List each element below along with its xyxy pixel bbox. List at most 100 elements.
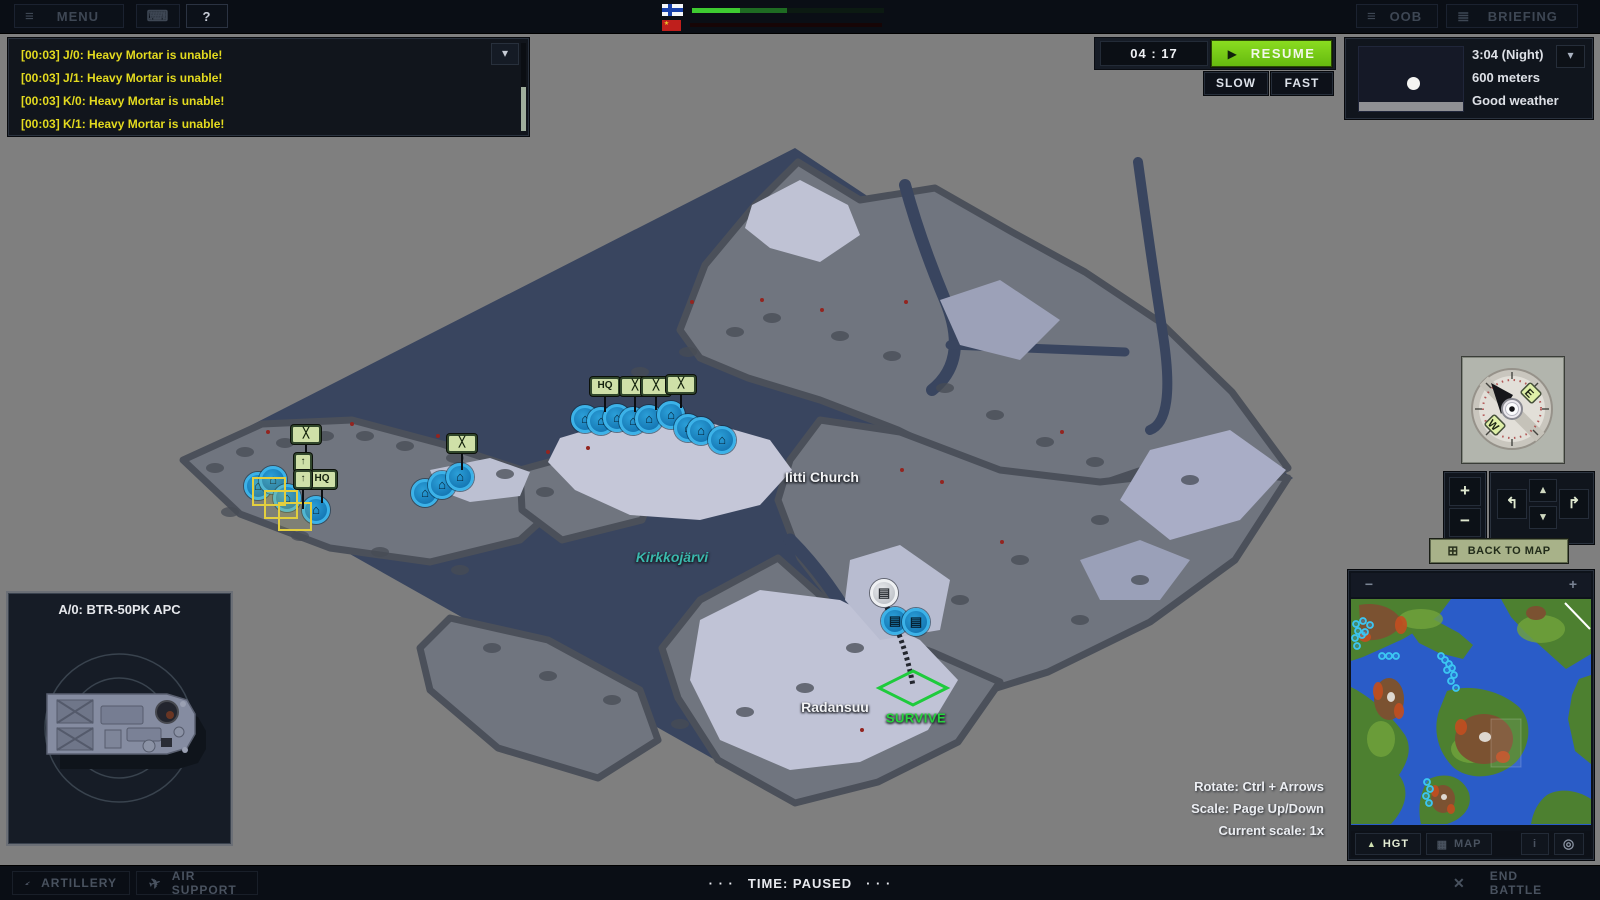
compass-rose[interactable]: E W: [1463, 358, 1561, 460]
log-message: [00:03] K/0: Heavy Mortar is unable!: [21, 90, 494, 113]
menu-label: MENU: [57, 9, 99, 24]
resume-label: RESUME: [1251, 46, 1316, 61]
unit-tag[interactable]: ╳: [291, 425, 321, 444]
burger-icon: ≡: [25, 9, 35, 24]
slow-button[interactable]: SLOW: [1204, 72, 1268, 95]
help-button[interactable]: ?: [186, 4, 228, 28]
minimap-hgt-button[interactable]: ▲ HGT: [1355, 833, 1421, 855]
artillery-label: ARTILLERY: [41, 876, 117, 890]
fast-button[interactable]: FAST: [1271, 72, 1333, 95]
finland-flag: [662, 4, 683, 16]
briefing-list-icon: ≣: [1457, 9, 1471, 24]
log-scrollbar[interactable]: [521, 43, 526, 131]
moon-icon: [1407, 77, 1420, 90]
grid-icon: ▦: [1437, 838, 1448, 851]
unit-top-view: [9, 620, 230, 838]
weather-panel: 3:04 (Night) 600 meters Good weather ▾: [1345, 38, 1593, 119]
menu-button[interactable]: ≡ MENU: [14, 4, 124, 28]
minimap-zoom-bar: − +: [1351, 573, 1591, 597]
weather-collapse-button[interactable]: ▾: [1556, 45, 1585, 68]
plane-icon: ✈: [147, 873, 164, 893]
briefing-button[interactable]: ≣ BRIEFING: [1446, 4, 1578, 28]
info-icon: i: [1533, 838, 1537, 850]
unit-marker[interactable]: ▤: [902, 608, 930, 636]
hgt-label: HGT: [1383, 838, 1409, 850]
rotate-left-button[interactable]: ↰: [1497, 489, 1527, 519]
minimap-mode-bar: ▲ HGT ▦ MAP i ◎: [1351, 831, 1591, 857]
log-message: [00:03] J/1: Heavy Mortar is unable!: [21, 67, 494, 90]
log-message: [00:03] K/1: Heavy Mortar is unable!: [21, 113, 494, 131]
oob-list-icon: ≡: [1367, 9, 1377, 24]
message-log-list: [00:03] J/0: Heavy Mortar is unable![00:…: [21, 44, 494, 131]
unit-info-panel: A/0: BTR-50PK APC: [8, 593, 231, 844]
compass-panel: E W: [1462, 357, 1564, 463]
mountain-icon: ▲: [1367, 839, 1377, 849]
tilt-up-button[interactable]: ▴: [1529, 479, 1557, 502]
unit-marker[interactable]: ▤: [870, 579, 898, 607]
enemy-strength-bar: [690, 23, 882, 27]
minimap-panel: − +: [1348, 570, 1594, 860]
close-icon: ✕: [1453, 875, 1466, 892]
air-support-button[interactable]: ✈ AIR SUPPORT: [136, 871, 258, 895]
selection-box: [278, 502, 312, 531]
unit-tag[interactable]: ╳: [447, 434, 477, 453]
back-to-map-button[interactable]: ⊞ BACK TO MAP: [1430, 539, 1568, 563]
artillery-button[interactable]: ARTILLERY: [12, 871, 130, 895]
soviet-flag: [662, 20, 681, 31]
victory-status: [662, 4, 898, 31]
play-icon: ▶: [1228, 47, 1237, 61]
hint-text: Rotate: Ctrl + Arrows: [1191, 776, 1324, 798]
minimap-viewport: [1491, 719, 1521, 767]
hint-text: Scale: Page Up/Down: [1191, 798, 1324, 820]
hint-text: Current scale: 1x: [1191, 820, 1324, 842]
visibility: 600 meters: [1472, 70, 1540, 85]
map-label: SURVIVE: [886, 711, 946, 726]
log-scrollbar-thumb[interactable]: [521, 87, 526, 131]
oob-label: OOB: [1390, 9, 1423, 24]
back-to-map-label: BACK TO MAP: [1468, 545, 1551, 557]
unit-tag[interactable]: HQ: [590, 377, 620, 396]
artillery-icon: [25, 876, 31, 890]
zoom-in-button[interactable]: +: [1449, 477, 1481, 506]
moon-phase-display: [1358, 46, 1464, 112]
oob-button[interactable]: ≡ OOB: [1356, 4, 1438, 28]
dots-right: · · ·: [866, 876, 891, 891]
help-icon: ?: [203, 9, 212, 24]
top-bar: ≡ MENU ⌨ ? ≡ OOB ≣ BRIEFING: [0, 0, 1600, 34]
minimap-zoom-out-button[interactable]: −: [1357, 576, 1381, 594]
log-collapse-button[interactable]: ▾: [491, 43, 519, 65]
tilt-down-button[interactable]: ▾: [1529, 506, 1557, 529]
time-status-label: TIME: PAUSED: [748, 876, 852, 891]
time-of-day: 3:04 (Night): [1472, 47, 1544, 62]
end-battle-label: END BATTLE: [1490, 869, 1569, 897]
minimap-info-button[interactable]: i: [1521, 833, 1549, 855]
minimap-lens-button[interactable]: ◎: [1554, 833, 1584, 855]
rotate-right-button[interactable]: ↱: [1559, 489, 1589, 519]
resume-button[interactable]: ▶ RESUME: [1211, 40, 1332, 67]
mission-clock: 04 : 17: [1100, 41, 1208, 66]
btr50-vehicle: [47, 694, 206, 769]
zoom-out-button[interactable]: −: [1449, 508, 1481, 537]
map-label: MAP: [1454, 838, 1481, 850]
weather-condition: Good weather: [1472, 93, 1559, 108]
unit-marker[interactable]: ⌂: [446, 463, 474, 491]
unit-tag[interactable]: ↑: [294, 470, 312, 489]
chevron-down-icon: ▾: [502, 46, 508, 60]
friendly-strength-bar: [692, 8, 884, 13]
bottom-bar: ARTILLERY ✈ AIR SUPPORT · · · TIME: PAUS…: [0, 865, 1600, 900]
chevron-down-icon: ▾: [1567, 48, 1573, 62]
minimap-zoom-in-button[interactable]: +: [1561, 576, 1585, 594]
map-label: Radansuu: [801, 699, 869, 715]
camera-panel: ↰ ▴ ▾ ↱: [1490, 472, 1594, 544]
unit-marker[interactable]: ⌂: [708, 426, 736, 454]
dots-left: · · ·: [709, 876, 734, 891]
minimap-canvas[interactable]: [1351, 599, 1591, 825]
keyboard-shortcuts-button[interactable]: ⌨: [136, 4, 180, 28]
end-battle-button[interactable]: ✕ END BATTLE: [1440, 871, 1582, 895]
air-support-label: AIR SUPPORT: [172, 869, 245, 897]
camera-hints: Rotate: Ctrl + ArrowsScale: Page Up/Down…: [1191, 776, 1324, 842]
unit-tag[interactable]: ╳: [666, 375, 696, 394]
keyboard-icon: ⌨: [147, 9, 170, 24]
minimap-map-button[interactable]: ▦ MAP: [1426, 833, 1492, 855]
grid-icon: ⊞: [1447, 543, 1458, 559]
